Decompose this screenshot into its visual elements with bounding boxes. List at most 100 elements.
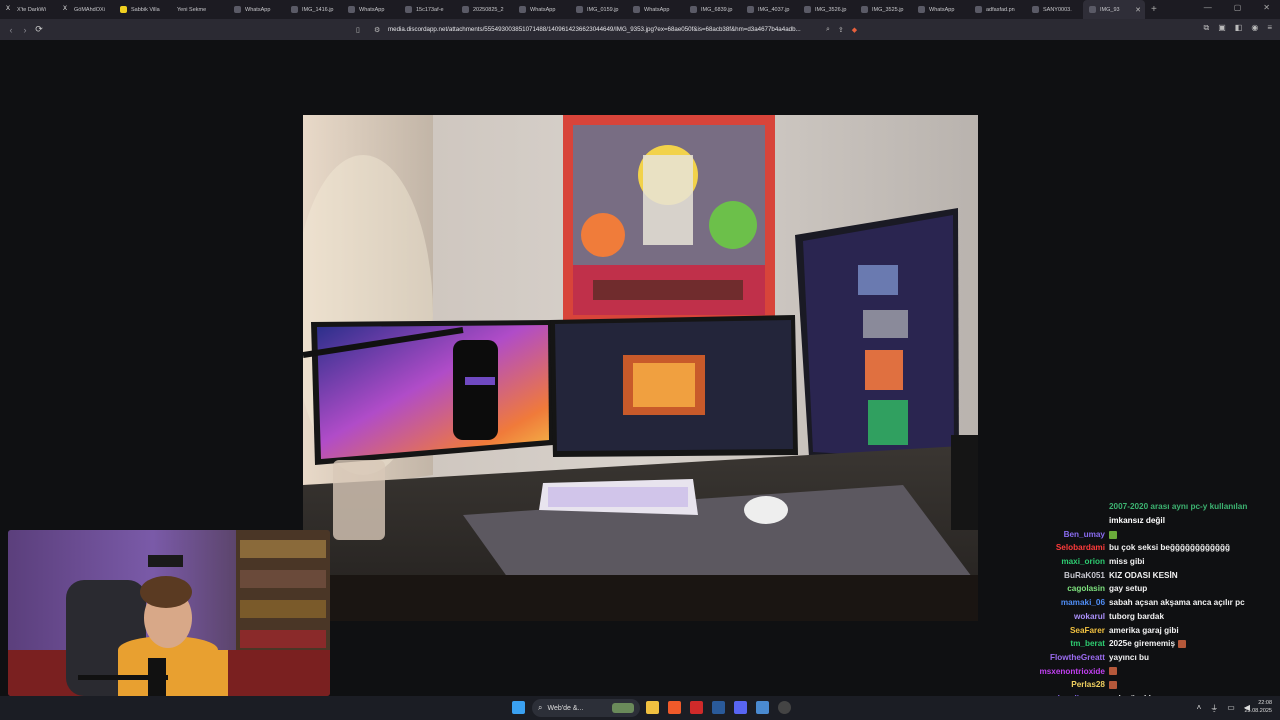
maximize-icon[interactable]: ▢ xyxy=(1234,3,1242,12)
desk-setup-photo xyxy=(303,115,978,621)
chat-emote-icon xyxy=(1178,640,1186,649)
chat-emote-icon xyxy=(1109,530,1117,539)
browser-tab[interactable]: Sabbik Villa xyxy=(114,0,171,19)
extensions-icon[interactable]: ⧉ xyxy=(1204,23,1210,33)
forward-icon[interactable]: › xyxy=(18,25,32,35)
address-bar[interactable]: ▯ ⚙ media.discordapp.net/attachments/555… xyxy=(350,22,910,37)
sidebar-icon[interactable]: ◧ xyxy=(1235,23,1243,33)
browser-tab[interactable]: SANY0003. xyxy=(1026,0,1083,19)
obs-icon[interactable] xyxy=(778,701,791,714)
zoom-icon[interactable]: ⌕ xyxy=(826,26,830,34)
tab-label: WhatsApp xyxy=(245,6,271,13)
browser-tab[interactable]: X X'te DarkWi xyxy=(0,0,57,19)
chat-username[interactable]: cagolasin xyxy=(1000,584,1105,593)
chat-text: sabah açsan akşama anca açılır pc xyxy=(1109,598,1245,608)
browser-tab[interactable]: WhatsApp xyxy=(912,0,969,19)
chat-message: maxi_orion miss gibi xyxy=(1000,555,1280,569)
chat-username[interactable]: wokarul xyxy=(1000,612,1105,621)
browser-tab-bar: X X'te DarkWi X GöMAhdOXi Sabbik Villa Yeni S… xyxy=(0,0,1280,19)
browser-tab[interactable]: 15c173af-e xyxy=(399,0,456,19)
new-tab-icon[interactable]: + xyxy=(1151,4,1157,15)
browser-tab[interactable]: 20250825_2 xyxy=(456,0,513,19)
chat-text: 2025e girememiş xyxy=(1109,639,1175,649)
browser-tab[interactable]: X GöMAhdOXi xyxy=(57,0,114,19)
search-icon: ⌕ xyxy=(538,703,543,712)
shield-icon[interactable]: ◆ xyxy=(852,26,857,34)
tab-label: 20250825_2 xyxy=(473,6,504,13)
streamer-webcam xyxy=(8,530,330,696)
chat-username[interactable]: maxi_orion xyxy=(1000,557,1105,566)
chat-username[interactable]: mamaki_06 xyxy=(1000,598,1105,607)
browser-tab[interactable]: adfasfad.pn xyxy=(969,0,1026,19)
chat-username[interactable]: SeaFarer xyxy=(1000,626,1105,635)
tab-label: WhatsApp xyxy=(929,6,955,13)
steam-icon[interactable] xyxy=(712,701,725,714)
system-tray: ˄ ⏚ ▭ ◀ xyxy=(1197,703,1250,714)
chat-message: SeaFarer amerika garaj gibi xyxy=(1000,623,1280,637)
globe-icon xyxy=(462,6,469,13)
tab-label: Sabbik Villa xyxy=(131,6,160,13)
globe-icon xyxy=(1032,6,1039,13)
back-icon[interactable]: ‹ xyxy=(4,25,18,35)
globe-icon xyxy=(348,6,355,13)
tab-label: X'te DarkWi xyxy=(17,6,46,13)
toolbar-extensions: ⧉ ▣ ◧ ◉ ≡ xyxy=(1204,23,1273,33)
browser-tab[interactable]: IMG_3525.jp xyxy=(855,0,912,19)
browser-tab[interactable]: WhatsApp xyxy=(627,0,684,19)
chat-username[interactable]: Ben_umay xyxy=(1000,530,1105,539)
browser-tab[interactable]: WhatsApp xyxy=(228,0,285,19)
minimize-icon[interactable]: — xyxy=(1204,3,1212,12)
x-logo-icon: X xyxy=(6,6,11,12)
file-explorer-icon[interactable] xyxy=(646,701,659,714)
browser-tab[interactable]: IMG_1416.jp xyxy=(285,0,342,19)
browser-tab[interactable]: IMG_4037.jp xyxy=(741,0,798,19)
chat-username[interactable]: Perlas28 xyxy=(1000,680,1105,689)
close-tab-icon[interactable]: ✕ xyxy=(1135,6,1141,14)
start-icon[interactable] xyxy=(512,701,525,714)
chat-username[interactable]: FlowtheGreatt xyxy=(1000,653,1105,662)
game-icon[interactable] xyxy=(690,701,703,714)
chat-message: Ben_umay xyxy=(1000,527,1280,541)
display-icon[interactable]: ▭ xyxy=(1227,703,1235,714)
browser-tab[interactable]: IMG_93 ✕ xyxy=(1083,0,1145,19)
discord-icon[interactable] xyxy=(734,701,747,714)
chat-text: tuborg bardak xyxy=(1109,611,1165,621)
globe-icon xyxy=(234,6,241,13)
app-icon[interactable] xyxy=(756,701,769,714)
tab-label: WhatsApp xyxy=(644,6,670,13)
share-icon[interactable]: ⇪ xyxy=(838,26,844,34)
globe-icon xyxy=(1089,6,1096,13)
browser-tab[interactable]: WhatsApp xyxy=(342,0,399,19)
chat-username[interactable]: BuRaK051 xyxy=(1000,571,1105,580)
bookmark-icon[interactable]: ▯ xyxy=(356,26,360,34)
microphone-icon[interactable]: ⏚ xyxy=(1210,703,1218,714)
chat-username[interactable]: msxenontrioxide xyxy=(1000,667,1105,676)
search-placeholder: Web'de &... xyxy=(547,704,584,712)
brave-browser-icon[interactable] xyxy=(668,701,681,714)
tab-label: IMG_4037.jp xyxy=(758,6,790,13)
site-info-icon[interactable]: ⚙ xyxy=(374,26,380,34)
browser-tab[interactable]: IMG_6839.jp xyxy=(684,0,741,19)
taskbar-search[interactable]: ⌕ Web'de &... xyxy=(532,699,640,717)
browser-tab[interactable]: IMG_0159.jp xyxy=(570,0,627,19)
s-logo-icon xyxy=(120,6,127,13)
chat-username[interactable]: tm_berat xyxy=(1000,639,1105,648)
chevron-up-icon[interactable]: ˄ xyxy=(1197,703,1202,714)
vpn-icon[interactable]: ◉ xyxy=(1251,23,1258,33)
menu-icon[interactable]: ≡ xyxy=(1267,23,1272,33)
browser-tab[interactable]: WhatsApp xyxy=(513,0,570,19)
globe-icon xyxy=(519,6,526,13)
globe-icon xyxy=(747,6,754,13)
browser-tab[interactable]: Yeni Sekme xyxy=(171,0,228,19)
reload-icon[interactable]: ⟳ xyxy=(32,24,46,35)
chat-text: KIZ ODASI KESİN xyxy=(1109,570,1178,580)
browser-tab[interactable]: IMG_3526.jp xyxy=(798,0,855,19)
chat-text: gay setup xyxy=(1109,584,1148,594)
taskbar-clock[interactable]: 22:08 25.08.2025 xyxy=(1244,699,1272,715)
url-text[interactable]: media.discordapp.net/attachments/5554930… xyxy=(388,26,818,33)
chat-message: tm_berat 2025e girememiş xyxy=(1000,637,1280,651)
chat-username[interactable]: Selobardami xyxy=(1000,543,1105,552)
wallet-icon[interactable]: ▣ xyxy=(1218,23,1226,33)
close-window-icon[interactable]: ✕ xyxy=(1263,3,1270,12)
tab-label: WhatsApp xyxy=(359,6,385,13)
